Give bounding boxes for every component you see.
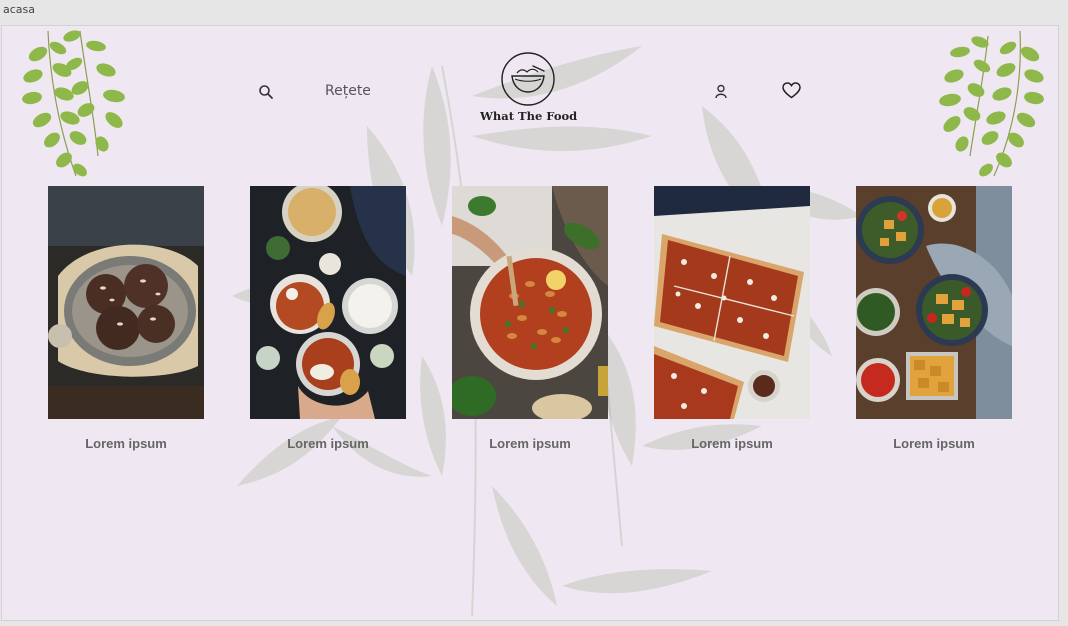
bowl-logo-icon (501, 52, 555, 106)
heart-icon[interactable] (782, 82, 801, 99)
logo-text: What The Food (480, 109, 578, 123)
recipe-image-tofu-bowls (852, 186, 1012, 419)
nav-recipes-link[interactable]: Rețete (325, 83, 371, 99)
recipe-caption: Lorem ipsum (489, 436, 571, 451)
recipe-image-cookies (48, 186, 204, 419)
recipe-caption: Lorem ipsum (691, 436, 773, 451)
recipe-image-flatbread-pizza (654, 186, 810, 419)
recipe-image-pasta-skillet (448, 186, 608, 422)
recipe-caption: Lorem ipsum (287, 436, 369, 451)
left-vine-decoration (22, 30, 125, 177)
recipe-image-curry-spread (250, 182, 406, 419)
site-logo[interactable]: What The Food (480, 51, 578, 127)
recipe-card-2[interactable]: Lorem ipsum (250, 182, 406, 451)
page-artboard: Rețete What The Food Lorem ipsum Lorem i… (1, 25, 1059, 621)
recipe-card-3[interactable]: Lorem ipsum (448, 186, 608, 451)
search-icon[interactable] (258, 84, 274, 100)
recipe-card-1[interactable]: Lorem ipsum (48, 186, 204, 451)
recipe-card-4[interactable]: Lorem ipsum (654, 186, 810, 451)
recipe-caption: Lorem ipsum (893, 436, 975, 451)
recipe-caption: Lorem ipsum (85, 436, 167, 451)
right-vine-decoration (939, 30, 1044, 177)
window-tab-title[interactable]: acasa (3, 3, 35, 16)
recipe-card-5[interactable]: Lorem ipsum (852, 186, 1012, 451)
user-icon[interactable] (714, 84, 728, 99)
